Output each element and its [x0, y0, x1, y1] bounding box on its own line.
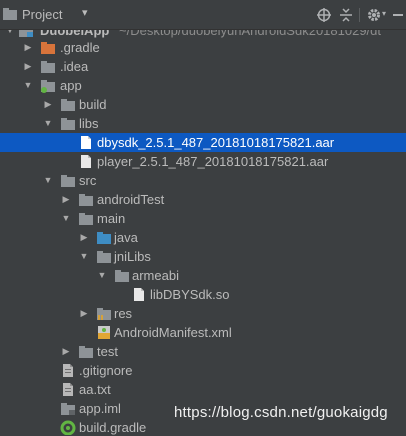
- file-icon: [63, 383, 73, 396]
- folder-label: src: [79, 173, 97, 188]
- folder-icon: [61, 118, 75, 130]
- tree-row-libdbysdk-so[interactable]: libDBYSdk.so: [0, 285, 406, 304]
- folder-label: androidTest: [97, 192, 165, 207]
- chevron-down-icon[interactable]: ▾: [82, 6, 88, 19]
- tree-row-java[interactable]: ▶ java: [0, 228, 406, 247]
- folder-icon: [79, 213, 93, 225]
- folder-icon: [61, 175, 75, 187]
- tree-row-player-aar[interactable]: player_2.5.1_487_20181018175821.aar: [0, 152, 406, 171]
- folder-label: build: [79, 97, 107, 112]
- collapsed-arrow-icon[interactable]: ▶: [22, 57, 34, 76]
- project-window-icon: [3, 8, 17, 20]
- locate-target-icon[interactable]: [316, 7, 332, 23]
- expanded-arrow-icon[interactable]: ▼: [60, 209, 72, 228]
- folder-label: main: [97, 211, 126, 226]
- project-toolbar: Project ▾ ▾: [0, 0, 406, 30]
- file-icon: [134, 288, 144, 301]
- expanded-arrow-icon[interactable]: ▼: [22, 76, 34, 95]
- folder-icon: [97, 251, 111, 263]
- expanded-arrow-icon[interactable]: ▼: [42, 114, 54, 133]
- file-icon: [81, 136, 91, 149]
- collapsed-arrow-icon[interactable]: ▶: [60, 190, 72, 209]
- folder-label: res: [114, 306, 133, 321]
- tree-row-app[interactable]: ▼ app: [0, 76, 406, 95]
- folder-icon: [79, 346, 93, 358]
- file-label: .gitignore: [79, 363, 133, 378]
- collapsed-arrow-icon[interactable]: ▶: [78, 228, 90, 247]
- toolbar-divider: [359, 8, 360, 22]
- folder-icon: [61, 99, 75, 111]
- expanded-arrow-icon[interactable]: ▼: [42, 171, 54, 190]
- file-label: player_2.5.1_487_20181018175821.aar: [97, 154, 329, 169]
- tree-row-jnilibs[interactable]: ▼ jniLibs: [0, 247, 406, 266]
- collapsed-arrow-icon[interactable]: ▶: [60, 342, 72, 361]
- module-folder-icon: [19, 30, 33, 37]
- source-folder-icon: [97, 232, 111, 244]
- tree-row-manifest[interactable]: AndroidManifest.xml: [0, 323, 406, 342]
- expanded-arrow-icon[interactable]: ▼: [96, 266, 108, 285]
- module-file-icon: [61, 403, 75, 415]
- project-tree: ▼ DuobeiApp ~/Desktop/duobeiyunAndroidSd…: [0, 30, 406, 436]
- file-label: app.iml: [79, 401, 121, 416]
- tree-row-dbysdk-aar[interactable]: dbysdk_2.5.1_487_20181018175821.aar: [0, 133, 406, 152]
- tree-row-gradle[interactable]: ▶ .gradle: [0, 38, 406, 57]
- tree-row-test[interactable]: ▶ test: [0, 342, 406, 361]
- project-view-title[interactable]: Project: [22, 7, 62, 22]
- tree-row-res[interactable]: ▶ res: [0, 304, 406, 323]
- tree-row-androidtest[interactable]: ▶ androidTest: [0, 190, 406, 209]
- file-label: dbysdk_2.5.1_487_20181018175821.aar: [97, 135, 335, 150]
- file-label: aa.txt: [79, 382, 111, 397]
- file-label: libDBYSdk.so: [150, 287, 230, 302]
- file-label: AndroidManifest.xml: [114, 325, 232, 340]
- watermark-text: https://blog.csdn.net/guokaigdg: [174, 404, 388, 421]
- gradle-icon: [60, 420, 76, 435]
- module-label: app: [60, 78, 82, 93]
- gear-chevron-icon[interactable]: ▾: [382, 9, 386, 18]
- tree-row-gitignore[interactable]: .gitignore: [0, 361, 406, 380]
- tree-row-main[interactable]: ▼ main: [0, 209, 406, 228]
- folder-icon: [41, 42, 55, 54]
- collapsed-arrow-icon[interactable]: ▶: [22, 38, 34, 57]
- file-icon: [63, 364, 73, 377]
- folder-icon: [115, 270, 129, 282]
- file-icon: [81, 155, 91, 168]
- folder-label: armeabi: [132, 268, 179, 283]
- hide-panel-icon[interactable]: [392, 7, 404, 23]
- file-label: build.gradle: [79, 420, 147, 435]
- folder-label: .gradle: [60, 40, 100, 55]
- folder-icon: [79, 194, 93, 206]
- manifest-icon: [98, 326, 110, 339]
- folder-label: test: [97, 344, 118, 359]
- tree-row-aa-txt[interactable]: aa.txt: [0, 380, 406, 399]
- tree-row-build[interactable]: ▶ build: [0, 95, 406, 114]
- tree-row-libs[interactable]: ▼ libs: [0, 114, 406, 133]
- resources-folder-icon: [97, 308, 111, 320]
- collapse-all-icon[interactable]: [338, 7, 354, 23]
- module-folder-icon: [41, 80, 55, 93]
- collapsed-arrow-icon[interactable]: ▶: [42, 95, 54, 114]
- expanded-arrow-icon[interactable]: ▼: [78, 247, 90, 266]
- folder-label: libs: [79, 116, 99, 131]
- folder-label: jniLibs: [114, 249, 151, 264]
- tree-row-armeabi[interactable]: ▼ armeabi: [0, 266, 406, 285]
- tree-row-idea[interactable]: ▶ .idea: [0, 57, 406, 76]
- folder-label: java: [114, 230, 138, 245]
- gear-icon[interactable]: [366, 7, 382, 23]
- folder-label: .idea: [60, 59, 89, 74]
- collapsed-arrow-icon[interactable]: ▶: [78, 304, 90, 323]
- folder-icon: [41, 61, 55, 73]
- tree-row-src[interactable]: ▼ src: [0, 171, 406, 190]
